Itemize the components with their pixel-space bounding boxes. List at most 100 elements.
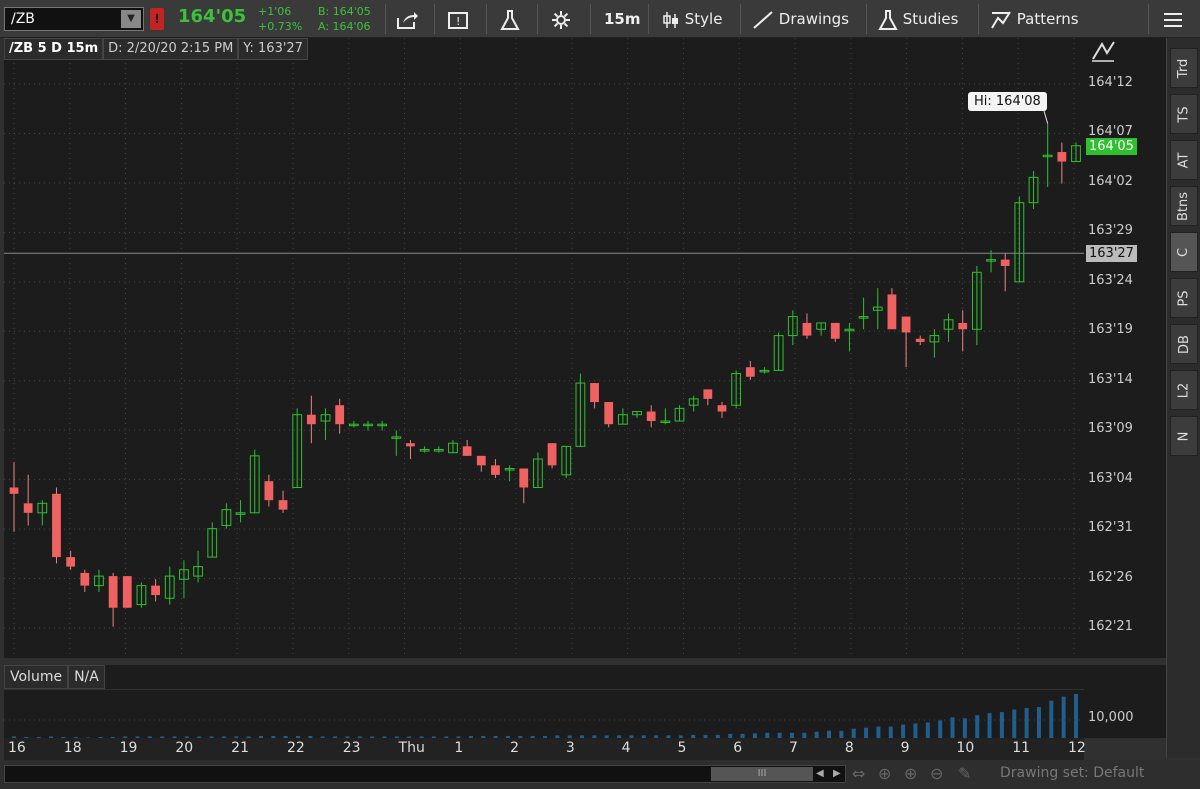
candle <box>901 316 911 368</box>
volume-bar <box>1061 696 1066 738</box>
zoom-out-icon[interactable]: ⊖ <box>930 764 943 783</box>
candle <box>1057 142 1067 184</box>
candle <box>561 445 572 478</box>
candle <box>207 522 218 558</box>
candle <box>66 550 76 570</box>
pencil-icon[interactable]: ✎ <box>958 764 971 783</box>
candle <box>590 383 599 409</box>
chart-symbol[interactable]: /ZB 5 D 15m <box>4 38 104 60</box>
candle <box>391 430 402 456</box>
candle <box>844 322 855 352</box>
crosshair-icon[interactable]: ⊕ <box>878 764 891 783</box>
drawing-set-label[interactable]: Drawing set: Default <box>1000 765 1144 781</box>
side-tab-trd[interactable]: Trd <box>1170 48 1198 88</box>
time-axis-label: 9 <box>900 740 910 756</box>
volume-bar <box>1074 694 1078 738</box>
expand-icon[interactable]: ⇔ <box>852 764 865 783</box>
chart-style-icon <box>1092 41 1115 62</box>
price-axis-label: 164'12 <box>1088 75 1133 90</box>
volume-bar <box>950 717 955 738</box>
price-chart[interactable] <box>4 38 1084 658</box>
dropdown-arrow-icon[interactable]: ▼ <box>121 10 141 28</box>
time-axis-label: 10 <box>956 740 975 756</box>
candle <box>320 408 331 441</box>
side-tab-at[interactable]: AT <box>1170 140 1198 180</box>
candle <box>971 265 982 346</box>
side-tab-btns[interactable]: Btns <box>1170 186 1198 226</box>
candle <box>193 550 203 583</box>
flask-button[interactable] <box>500 0 520 38</box>
candle <box>94 569 104 592</box>
candle <box>264 474 274 507</box>
volume-bar <box>925 722 930 738</box>
time-axis-label: 2 <box>510 740 520 756</box>
candle-body <box>306 414 316 425</box>
menu-button[interactable] <box>1162 0 1184 38</box>
candle <box>887 288 897 330</box>
svg-text:!: ! <box>456 15 460 28</box>
side-tab-l2[interactable]: L2 <box>1170 370 1198 410</box>
settings-button[interactable] <box>551 0 571 38</box>
scroll-right-icon[interactable]: ▶ <box>833 766 841 782</box>
side-tab-ps[interactable]: PS <box>1170 278 1198 318</box>
cursor-date: D: 2/20/20 2:15 PM <box>103 38 239 60</box>
side-tab-db[interactable]: DB <box>1170 324 1198 364</box>
time-axis-label: 3 <box>565 740 575 756</box>
share-button[interactable] <box>396 0 418 38</box>
candle <box>278 490 288 513</box>
side-tab-n[interactable]: N <box>1170 416 1198 456</box>
hamburger-icon <box>1164 12 1182 27</box>
crosshair-price-tag: 163'27 <box>1086 245 1137 263</box>
candle-body <box>476 455 486 466</box>
divider <box>866 4 867 34</box>
candle-body <box>802 322 812 336</box>
alert-button[interactable]: ! <box>448 0 470 38</box>
candle <box>221 503 232 529</box>
candle-body <box>547 443 557 466</box>
price-axis[interactable]: 164'12 164'07 164'02 163'29 163'24 163'19 163'… <box>1084 38 1166 658</box>
side-tab-label: PS <box>1176 289 1192 307</box>
divider <box>648 4 649 34</box>
candle-body <box>335 405 345 425</box>
timeframe-button[interactable]: 15m <box>604 0 641 38</box>
time-axis-label: 4 <box>621 740 631 756</box>
alert-badge[interactable]: ! <box>150 8 164 30</box>
volume-label[interactable]: Volume <box>4 665 69 689</box>
time-axis[interactable]: 16 18 19 20 21 22 23 Thu 1 2 3 4 5 6 7 8 9 10 11 12 <box>4 738 1086 760</box>
candle <box>943 313 954 342</box>
style-button[interactable]: Style <box>662 0 722 38</box>
divider <box>434 4 435 34</box>
scroll-thumb[interactable]: III <box>711 767 813 781</box>
zoom-in-icon[interactable]: ⊕ <box>904 764 917 783</box>
candle <box>462 440 472 456</box>
side-tab-c[interactable]: C <box>1170 232 1198 272</box>
divider <box>978 4 979 34</box>
candle <box>164 566 175 605</box>
volume-bar <box>962 718 967 738</box>
drawings-button[interactable]: Drawings <box>752 0 849 38</box>
horizontal-scrollbar[interactable]: III ◀ ▶ <box>4 765 846 783</box>
candle-body <box>590 383 599 403</box>
candle <box>745 360 755 380</box>
candle <box>448 440 458 454</box>
side-tab-ts[interactable]: TS <box>1170 94 1198 134</box>
candle-body <box>1000 259 1010 266</box>
price-axis-label: 163'19 <box>1088 322 1133 338</box>
volume-header: Volume N/A <box>4 665 1084 689</box>
candle <box>348 421 359 428</box>
time-axis-label: 7 <box>789 740 798 756</box>
time-axis-label: 8 <box>844 740 854 756</box>
volume-bar <box>1036 706 1041 738</box>
time-axis-label: 23 <box>342 740 361 756</box>
candle <box>731 370 742 409</box>
candle <box>406 440 415 460</box>
symbol-selector[interactable]: /ZB ▼ <box>4 7 144 31</box>
candle <box>830 322 840 342</box>
scroll-left-icon[interactable]: ◀ <box>816 766 824 782</box>
volume-chart[interactable] <box>4 690 1084 738</box>
studies-button[interactable]: Studies <box>878 0 958 38</box>
candle-body <box>1057 152 1067 162</box>
style-label: Style <box>684 10 723 28</box>
patterns-button[interactable]: Patterns <box>990 0 1079 38</box>
candle-body <box>717 405 727 412</box>
